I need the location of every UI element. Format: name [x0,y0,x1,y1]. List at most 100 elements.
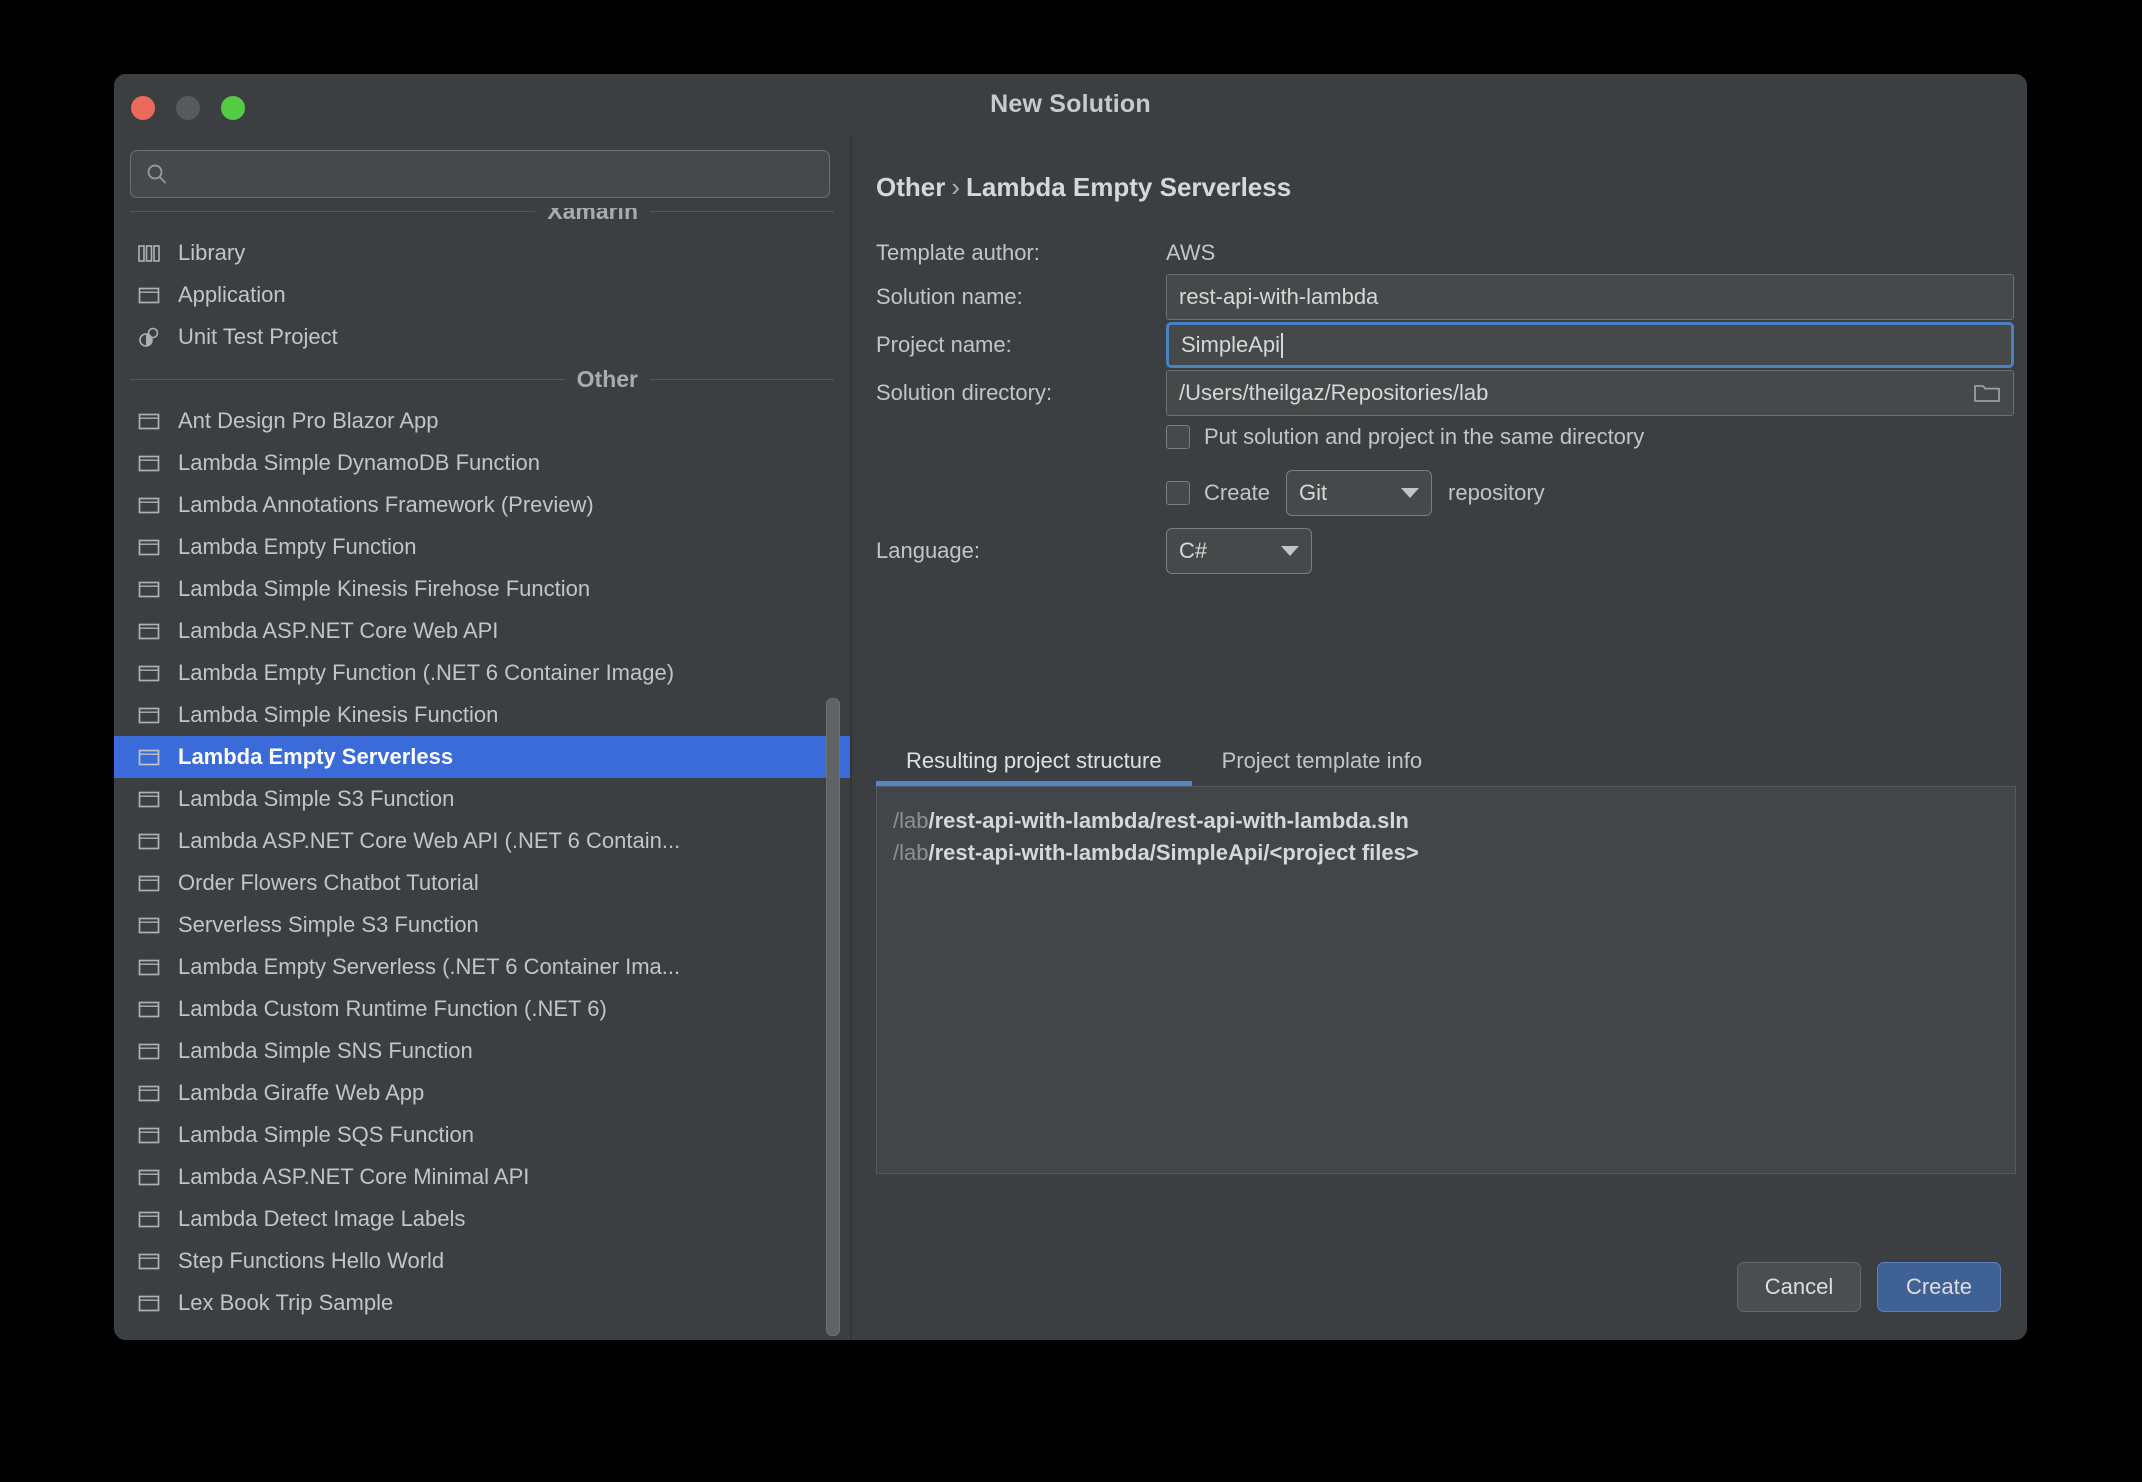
chevron-down-icon [1401,488,1420,498]
list-item[interactable]: Lambda Empty Function [114,526,850,568]
template-icon [138,1043,160,1060]
dialog-actions: Cancel Create [1737,1262,2001,1312]
list-item-label: Lambda Custom Runtime Function (.NET 6) [178,996,607,1021]
list-item[interactable]: Ant Design Pro Blazor App [114,400,850,442]
list-item[interactable]: Serverless Simple S3 Function [114,904,850,946]
template-icon [138,497,160,514]
window-title: New Solution [990,90,1151,118]
structure-line: /lab/rest-api-with-lambda/rest-api-with-… [893,805,1999,837]
list-item[interactable]: Lambda Empty Function (.NET 6 Container … [114,652,850,694]
template-icon [138,833,160,850]
template-author-row: Template author: AWS [876,230,1215,276]
list-item-label: Lambda Simple DynamoDB Function [178,450,540,475]
vcs-select[interactable]: Git [1286,470,1433,516]
structure-line-path: /rest-api-with-lambda/rest-api-with-lamb… [928,808,1409,833]
unit-test-icon [139,327,159,347]
same-directory-checkbox[interactable] [1166,425,1190,449]
solution-directory-row: Solution directory: /Users/theilgaz/Repo… [876,370,2016,416]
list-item-label: Lambda Simple SNS Function [178,1038,473,1063]
template-icon [138,1169,160,1186]
list-item[interactable]: Lambda Simple SQS Function [114,1114,850,1156]
project-name-row: Project name: SimpleApi [876,322,2016,368]
structure-line: /lab/rest-api-with-lambda/SimpleApi/<pro… [893,837,1999,869]
template-author-value: AWS [1166,240,1216,265]
list-item-label: Ant Design Pro Blazor App [178,408,439,433]
list-item[interactable]: Lambda Annotations Framework (Preview) [114,484,850,526]
list-item[interactable]: Step Functions Hello World [114,1240,850,1282]
list-item[interactable]: Lambda Simple DynamoDB Function [114,442,850,484]
template-icon [138,959,160,976]
breadcrumb-current: Lambda Empty Serverless [966,172,1292,202]
list-item-label: Lambda ASP.NET Core Web API [178,618,499,643]
template-list-viewport: Xamarin Library Application Unit Test Proje… [114,208,850,1340]
title-bar: New Solution [114,74,2027,136]
create-repository-checkbox[interactable] [1166,481,1190,505]
list-item[interactable]: Library [114,232,850,274]
breadcrumb: Other › Lambda Empty Serverless [876,172,1291,203]
language-select-value: C# [1179,538,1208,563]
template-icon [138,665,160,682]
section-label: Other [564,365,650,393]
list-item[interactable]: Lambda Simple Kinesis Firehose Function [114,568,850,610]
chevron-down-icon [1281,546,1299,556]
folder-open-icon[interactable] [1973,381,2001,405]
list-item-label: Serverless Simple S3 Function [178,912,479,937]
list-item-label: Application [178,282,286,307]
breadcrumb-parent[interactable]: Other [876,172,945,202]
list-item[interactable]: Lambda Custom Runtime Function (.NET 6) [114,988,850,1030]
solution-name-label: Solution name: [876,284,1023,309]
search-icon [147,164,166,184]
list-item[interactable]: Lambda ASP.NET Core Web API [114,610,850,652]
template-icon [138,581,160,598]
list-item[interactable]: Lambda Detect Image Labels [114,1198,850,1240]
list-item-selected[interactable]: Lambda Empty Serverless [114,736,850,778]
list-item[interactable]: Lambda Empty Serverless (.NET 6 Containe… [114,946,850,988]
list-item-label: Lambda ASP.NET Core Minimal API [178,1164,530,1189]
list-item[interactable]: Unit Test Project [114,316,850,358]
template-icon [138,539,160,556]
list-item[interactable]: Application [114,274,850,316]
same-directory-row[interactable]: Put solution and project in the same dir… [1166,424,1644,450]
structure-line-path: /rest-api-with-lambda/SimpleApi/<project… [928,839,1419,865]
vcs-select-value: Git [1299,480,1328,505]
create-repository-prefix-label: Create [1204,480,1271,505]
list-item[interactable]: Lambda Simple SNS Function [114,1030,850,1072]
tab-label: Project template info [1221,748,1423,773]
resulting-structure-panel: /lab/rest-api-with-lambda/rest-api-with-… [876,786,2016,1174]
list-item[interactable]: Lambda Simple Kinesis Function [114,694,850,736]
solution-directory-input[interactable]: /Users/theilgaz/Repositories/lab [1166,370,2014,416]
list-item-label: Library [178,240,246,265]
list-item[interactable]: Lex Book Trip Sample [114,1282,850,1324]
list-item-label: Order Flowers Chatbot Tutorial [178,870,479,895]
list-item-label: Lambda Empty Serverless (.NET 6 Containe… [178,954,681,979]
template-list-scrollbar[interactable] [824,208,840,1340]
tab-active[interactable]: Resulting project structure [876,748,1192,786]
details-tabs: Resulting project structure Project templ… [876,738,2016,786]
project-name-input[interactable]: SimpleApi [1166,322,2014,368]
list-item[interactable]: Lambda ASP.NET Core Web API (.NET 6 Cont… [114,820,850,862]
text-cursor [1281,332,1284,358]
solution-name-input[interactable]: rest-api-with-lambda [1166,274,2014,320]
list-item-label: Lambda Simple S3 Function [178,786,455,811]
structure-line-prefix: /lab [893,808,929,833]
solution-name-row: Solution name: rest-api-with-lambda [876,274,2016,320]
template-icon [138,1211,160,1228]
list-section-header: Xamarin [114,208,850,232]
cancel-button[interactable]: Cancel [1737,1262,1861,1312]
list-item[interactable]: Lambda Simple S3 Function [114,778,850,820]
scrollbar-thumb[interactable] [826,698,840,1336]
list-item[interactable]: Order Flowers Chatbot Tutorial [114,862,850,904]
list-item[interactable]: Lambda Giraffe Web App [114,1072,850,1114]
tab-inactive[interactable]: Project template info [1192,748,1453,786]
structure-line-prefix: /lab [893,839,929,865]
search-input[interactable] [169,161,829,187]
list-item[interactable]: Lambda ASP.NET Core Minimal API [114,1156,850,1198]
language-select[interactable]: C# [1166,528,1312,574]
list-item-label: Lambda Empty Function (.NET 6 Container … [178,660,675,685]
list-item-label: Lambda Empty Serverless [178,744,454,769]
template-icon [138,1253,160,1270]
list-item-label: Lambda Simple Kinesis Firehose Function [178,576,591,601]
create-button[interactable]: Create [1877,1262,2001,1312]
library-icon [138,245,160,262]
search-box[interactable] [130,150,830,198]
